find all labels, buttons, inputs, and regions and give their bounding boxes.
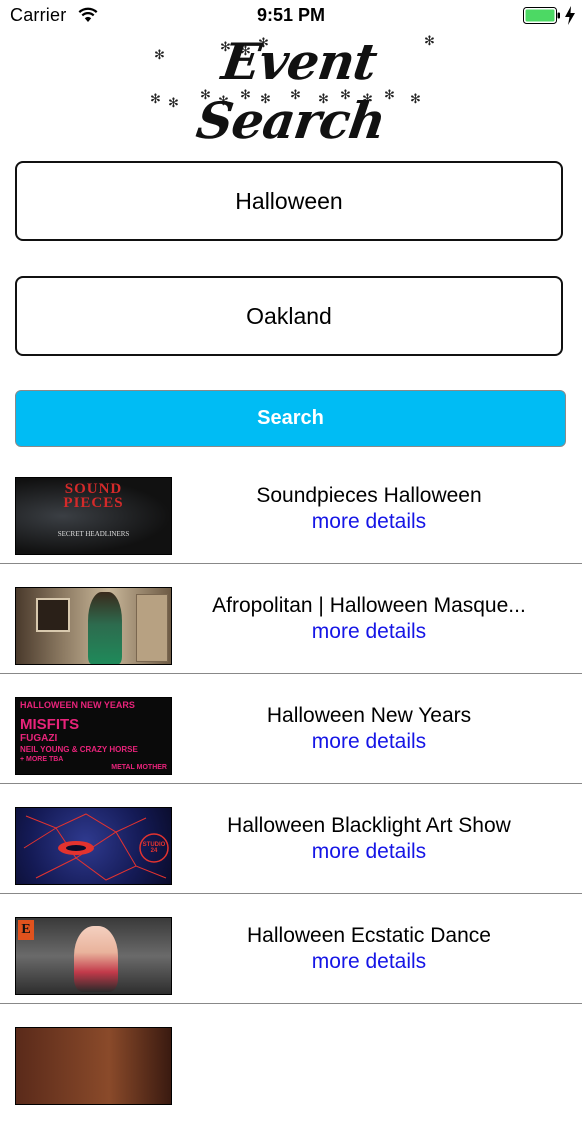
list-item[interactable]	[0, 1020, 582, 1130]
thumb-text: MISFITS	[20, 716, 80, 733]
location-input[interactable]: Oakland	[15, 276, 563, 356]
thumb-text: STUDIO 24	[142, 842, 166, 854]
list-item[interactable]: SOUND PIECES SECRET HEADLINERS Soundpiec…	[0, 470, 582, 580]
event-thumbnail	[15, 587, 172, 665]
more-details-link[interactable]: more details	[178, 620, 560, 644]
list-item[interactable]: Afropolitan | Halloween Masque... more d…	[0, 580, 582, 690]
row-divider	[0, 673, 582, 674]
app-logo: ✻ ✻ ✻ ✻ ✻ ✻ ✻ ✻ ✻ ✻ ✻ ✻ ✻ ✻ ✻ ✻ ✻ Event …	[140, 30, 450, 150]
thumb-text: E	[18, 920, 34, 940]
thumb-text: + MORE TBA	[20, 756, 64, 763]
event-thumbnail: HALLOWEEN NEW YEARS MISFITS FUGAZI NEIL …	[15, 697, 172, 775]
row-divider	[0, 1003, 582, 1004]
keyword-input[interactable]: Halloween	[15, 161, 563, 241]
thumb-text: METAL MOTHER	[111, 764, 167, 771]
thumb-text: NEIL YOUNG & CRAZY HORSE	[20, 745, 138, 754]
event-thumbnail: STUDIO 24	[15, 807, 172, 885]
status-bar: Carrier 9:51 PM	[0, 0, 582, 32]
battery-icon	[523, 7, 560, 24]
row-divider	[0, 783, 582, 784]
thumb-text: FUGAZI	[20, 733, 58, 744]
charging-icon	[565, 6, 575, 25]
event-thumbnail	[15, 1027, 172, 1105]
more-details-link[interactable]: more details	[178, 510, 560, 534]
event-title: Afropolitan | Halloween Masque...	[212, 594, 526, 617]
app-title: Event Search	[192, 32, 389, 150]
list-item[interactable]: E Halloween Ecstatic Dance more details	[0, 910, 582, 1020]
event-title: Halloween Blacklight Art Show	[227, 814, 511, 837]
clock: 9:51 PM	[256, 5, 326, 25]
dancer-shape	[74, 926, 118, 992]
more-details-link[interactable]: more details	[178, 840, 560, 864]
event-title: Halloween New Years	[266, 704, 472, 727]
list-item[interactable]: STUDIO 24 Halloween Blacklight Art Show …	[0, 800, 582, 910]
door-shape	[136, 594, 168, 662]
thumb-text: SOUND	[64, 481, 123, 497]
fireplace-shape	[36, 598, 70, 632]
more-details-link[interactable]: more details	[178, 730, 560, 754]
event-thumbnail: E	[15, 917, 172, 995]
search-button[interactable]: Search	[15, 390, 566, 447]
event-title: Halloween Ecstatic Dance	[247, 924, 491, 947]
thumb-text: HALLOWEEN NEW YEARS	[20, 700, 135, 710]
thumb-text: PIECES	[63, 495, 124, 511]
figure-shape	[88, 592, 122, 664]
event-thumbnail: SOUND PIECES SECRET HEADLINERS	[15, 477, 172, 555]
list-item[interactable]: HALLOWEEN NEW YEARS MISFITS FUGAZI NEIL …	[0, 690, 582, 800]
row-divider	[0, 563, 582, 564]
event-title: Soundpieces Halloween	[256, 484, 482, 507]
more-details-link[interactable]: more details	[178, 950, 560, 974]
thumb-text: SECRET HEADLINERS	[57, 530, 130, 538]
row-divider	[0, 893, 582, 894]
